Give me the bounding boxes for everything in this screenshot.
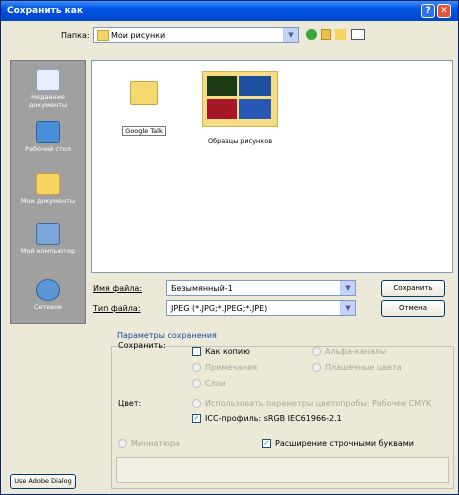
view-menu-icon[interactable] (351, 29, 365, 40)
network-icon (36, 279, 60, 301)
folder-select-value: Мои рисунки (111, 31, 166, 40)
alpha-label: Альфа-каналы (325, 347, 387, 356)
filetype-select[interactable]: JPEG (*.JPG;*.JPEG;*.JPE) ▼ (166, 300, 356, 316)
color-label: Цвет: (118, 399, 142, 408)
file-item-label: Образцы рисунков (207, 137, 273, 145)
filetype-label: Тип файла: (93, 304, 141, 313)
place-my-documents[interactable]: Мои документы (11, 173, 85, 205)
use-adobe-dialog-button[interactable]: Use Adobe Dialog (10, 474, 76, 489)
place-my-computer[interactable]: Мой компьютер (11, 223, 85, 255)
up-folder-icon[interactable] (321, 29, 331, 40)
icc-label: ICC-профиль: sRGB IEC61966-2.1 (205, 414, 342, 423)
place-label: Мои документы (20, 197, 76, 205)
help-button[interactable]: ? (421, 4, 435, 18)
as-copy-checkbox[interactable] (192, 347, 201, 356)
file-item[interactable]: Образцы рисунков (200, 71, 280, 145)
chevron-down-icon[interactable]: ▼ (340, 301, 355, 315)
place-label: Недавние документы (28, 93, 68, 109)
lowercase-checkbox[interactable]: ✓ (262, 439, 271, 448)
thumbnail-folder-icon (202, 71, 278, 127)
filetype-value: JPEG (*.JPG;*.JPEG;*.JPE) (171, 304, 268, 313)
folder-icon (130, 81, 158, 105)
save-options-group: Сохранить: Как копию Альфа-каналы Примеч… (111, 341, 454, 489)
filename-value: Безымянный-1 (171, 284, 233, 293)
place-recent-documents[interactable]: Недавние документы (11, 69, 85, 109)
recent-documents-icon (36, 69, 60, 91)
file-item-label: Google Talk (122, 126, 166, 136)
title-bar: Сохранить как ? ✕ (1, 1, 458, 21)
spot-checkbox (312, 363, 321, 372)
my-documents-icon (36, 173, 60, 195)
file-list[interactable]: Google Talk Образцы рисунков (91, 60, 453, 273)
new-folder-icon[interactable] (335, 29, 346, 40)
save-as-dialog: Сохранить как ? ✕ Папка: Мои рисунки ▼ Н… (0, 0, 459, 495)
annotations-checkbox (192, 363, 201, 372)
layers-label: Слои (205, 379, 226, 388)
layers-checkbox (192, 379, 201, 388)
options-legend: Параметры сохранения (117, 331, 217, 340)
as-copy-label: Как копию (205, 347, 250, 356)
thumbnail-label: Миниатюра (131, 439, 180, 448)
my-computer-icon (36, 223, 60, 245)
place-label: Рабочий стол (25, 145, 71, 153)
annotations-label: Примечания (205, 363, 258, 372)
place-desktop[interactable]: Рабочий стол (11, 121, 85, 153)
window-title: Сохранить как (7, 6, 83, 16)
save-button[interactable]: Сохранить (381, 280, 445, 297)
place-network[interactable]: Сетевое (11, 279, 85, 311)
filename-input[interactable]: Безымянный-1 ▼ (166, 280, 356, 296)
folder-icon (97, 30, 109, 41)
icc-checkbox[interactable]: ✓ (192, 414, 201, 423)
place-label: Сетевое (33, 303, 63, 311)
places-bar: Недавние документы Рабочий стол Мои доку… (10, 60, 86, 324)
cancel-button[interactable]: Отмена (381, 300, 445, 317)
thumbnail-checkbox (118, 439, 127, 448)
file-item[interactable]: Google Talk (114, 81, 174, 136)
proof-label: Использовать параметры цветопробы: Рабоч… (205, 399, 432, 408)
alpha-checkbox (312, 347, 321, 356)
folder-label: Папка: (61, 31, 90, 40)
close-button[interactable]: ✕ (437, 4, 451, 18)
lowercase-label: Расширение строчными буквами (275, 439, 414, 448)
desktop-icon (36, 121, 60, 143)
save-label: Сохранить: (118, 341, 166, 350)
chevron-down-icon[interactable]: ▼ (340, 281, 355, 295)
chevron-down-icon[interactable]: ▼ (283, 28, 298, 42)
proof-checkbox (192, 399, 201, 408)
spot-label: Плашечные цвета (325, 363, 402, 372)
filename-label: Имя файла: (93, 284, 143, 293)
info-box (116, 457, 449, 483)
folder-select[interactable]: Мои рисунки ▼ (93, 27, 299, 43)
place-label: Мой компьютер (20, 247, 76, 255)
back-icon[interactable] (306, 29, 317, 40)
